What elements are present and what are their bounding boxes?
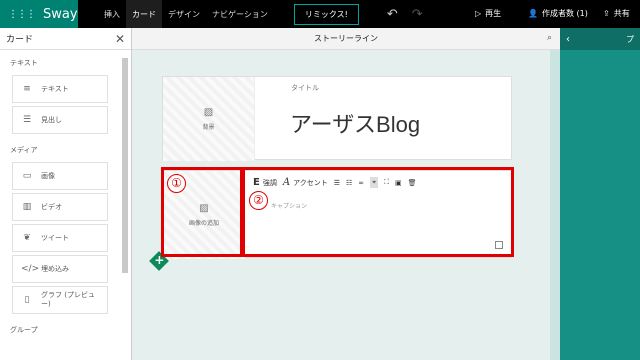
section-text: テキスト: [10, 59, 38, 67]
play-button[interactable]: ▷ 再生: [475, 8, 501, 19]
app-name: Sway: [43, 6, 78, 22]
cards-panel-title: カード: [6, 35, 34, 45]
card-label: テキスト: [41, 84, 69, 93]
card-embed[interactable]: </> 埋め込み: [12, 255, 108, 283]
card-label: グラフ (プレビュー): [41, 291, 95, 308]
card-label: 画像: [41, 171, 55, 180]
background-label: 背景: [202, 124, 215, 131]
cards-panel: カード ✕ テキスト ≡ テキスト ☰ 見出し メディア ▭ 画像 ▥ ビデオ …: [0, 28, 132, 360]
image-icon: ▭: [22, 171, 32, 181]
chevron-left-icon[interactable]: ‹: [566, 34, 570, 45]
card-heading[interactable]: ☰ 見出し: [12, 106, 108, 134]
title-card[interactable]: ▨ 背景 タイトル アーザスBlog: [162, 76, 512, 161]
card-label: 埋め込み: [41, 264, 69, 273]
background-dropzone[interactable]: ▨ 背景: [163, 77, 255, 161]
annotation-number-1: ①: [167, 174, 186, 193]
chart-icon: ▯: [24, 295, 30, 305]
card-chart[interactable]: ▯ グラフ (プレビュー): [12, 286, 108, 314]
title-text[interactable]: アーザスBlog: [290, 107, 420, 139]
cards-panel-header: カード ✕: [0, 28, 131, 50]
tab-navigation[interactable]: ナビゲーション: [206, 0, 274, 28]
search-icon[interactable]: ⌕: [547, 33, 552, 43]
preview-pane: ‹ プ: [560, 28, 640, 360]
remix-button[interactable]: リミックス!: [293, 3, 359, 25]
close-icon[interactable]: ✕: [115, 32, 125, 46]
annotation-number-2: ②: [249, 191, 268, 210]
section-group: グループ: [10, 326, 38, 334]
play-icon: ▷: [475, 9, 482, 18]
share-label: 共有: [613, 9, 630, 18]
image-icon: ▨: [203, 107, 214, 118]
preview-label: プ: [626, 34, 634, 44]
title-field-label: タイトル: [291, 84, 319, 92]
card-text[interactable]: ≡ テキスト: [12, 75, 108, 103]
redo-icon[interactable]: ↷: [412, 7, 423, 22]
app-logo[interactable]: ⋮⋮⋮ Sway: [0, 0, 78, 28]
storyline-header: ストーリーライン ⌕: [132, 28, 560, 50]
cards-panel-scrollbar[interactable]: [122, 58, 128, 273]
video-icon: ▥: [22, 202, 32, 212]
card-tweet[interactable]: ❦ ツイート: [12, 224, 108, 252]
section-media: メディア: [10, 146, 38, 154]
share-button[interactable]: ⇪ 共有: [603, 8, 630, 19]
share-icon: ⇪: [603, 9, 610, 18]
app-launcher-icon[interactable]: ⋮⋮⋮: [8, 9, 36, 20]
embed-icon: </>: [21, 264, 40, 274]
card-label: ツイート: [41, 233, 69, 242]
authors-label: 作成者数 (1): [541, 9, 588, 18]
twitter-icon: ❦: [23, 233, 31, 243]
card-label: 見出し: [41, 115, 62, 124]
authors-button[interactable]: 👤 作成者数 (1): [528, 8, 588, 19]
card-video[interactable]: ▥ ビデオ: [12, 193, 108, 221]
tab-insert[interactable]: 挿入: [98, 0, 126, 28]
heading-icon: ☰: [22, 115, 32, 125]
text-icon: ≡: [23, 84, 31, 94]
play-label: 再生: [485, 9, 502, 18]
card-image[interactable]: ▭ 画像: [12, 162, 108, 190]
highlight-box-2: [242, 167, 514, 257]
person-icon: 👤: [528, 9, 538, 18]
undo-icon[interactable]: ↶: [387, 7, 398, 22]
tab-cards[interactable]: カード: [126, 0, 162, 28]
card-label: ビデオ: [41, 202, 62, 211]
tab-design[interactable]: デザイン: [162, 0, 206, 28]
storyline-title: ストーリーライン: [314, 34, 378, 43]
storyline-scrollbar[interactable]: [550, 50, 560, 360]
preview-header: ‹ プ: [560, 28, 640, 50]
